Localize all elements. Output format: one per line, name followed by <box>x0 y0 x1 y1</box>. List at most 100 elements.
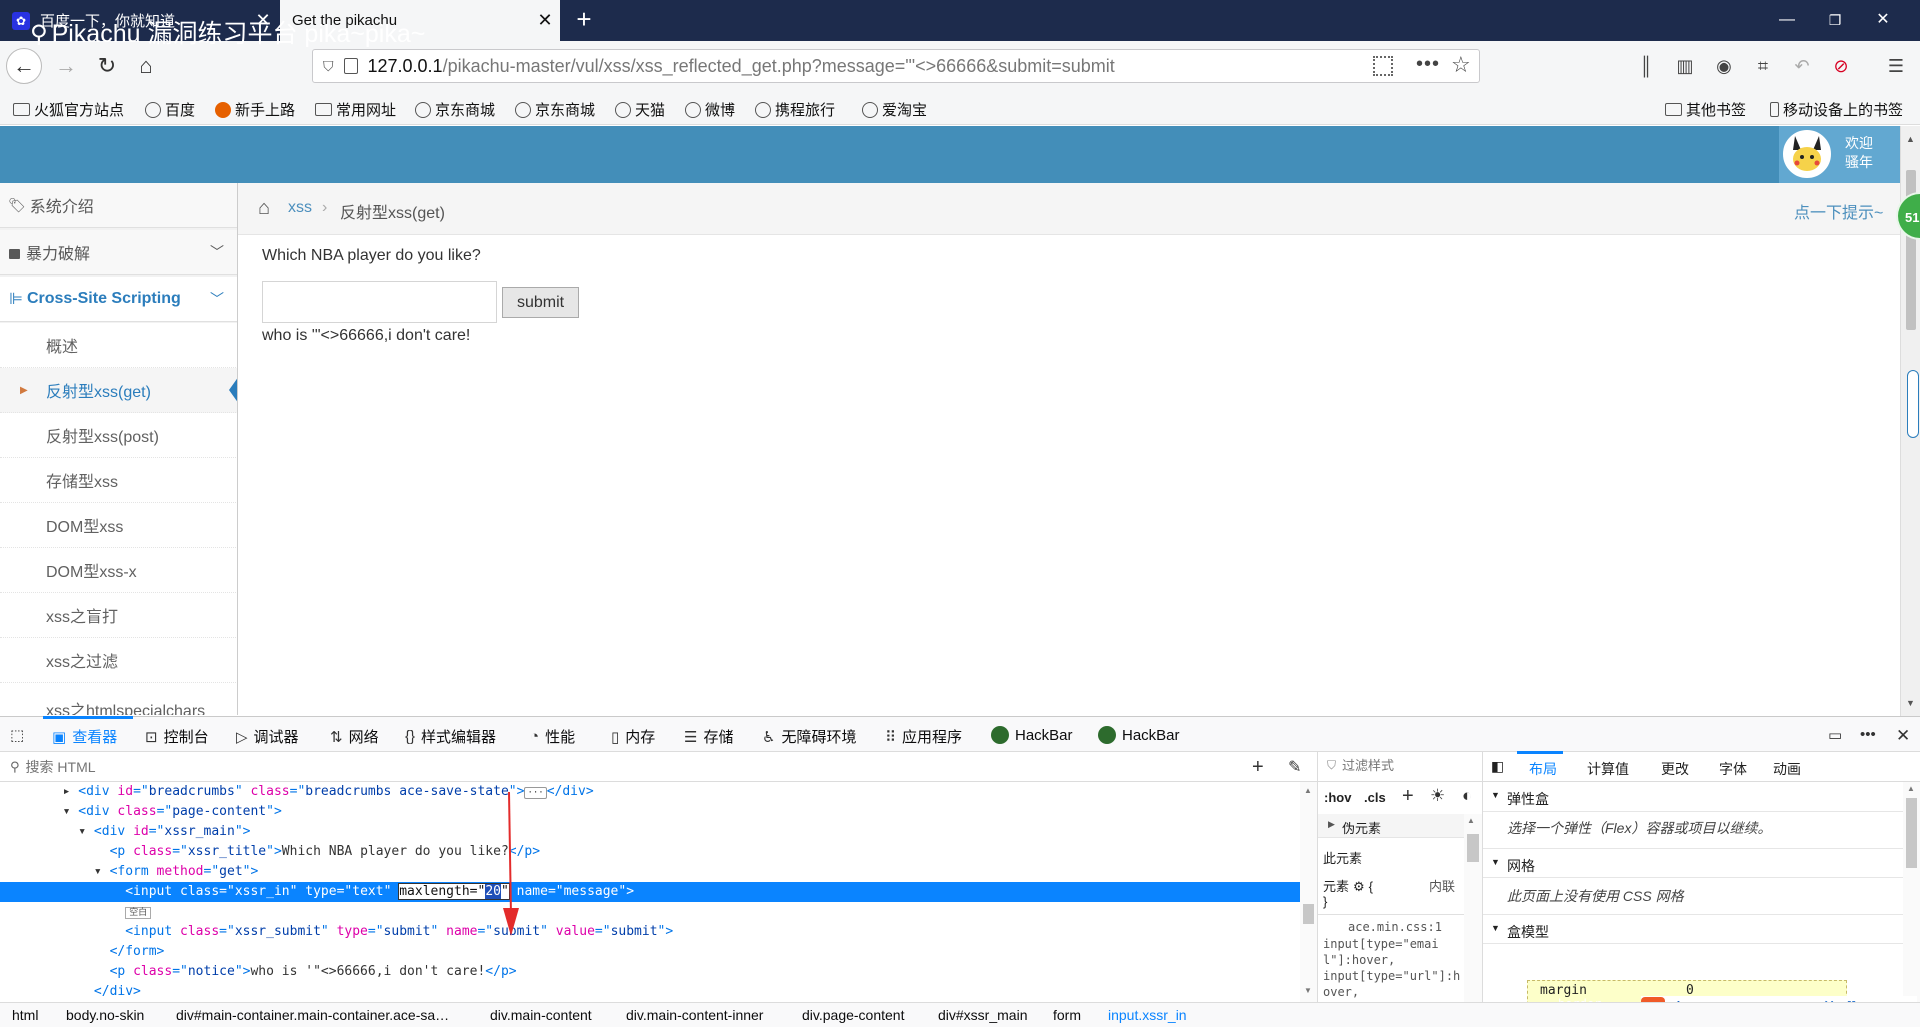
side-scroll-widget[interactable] <box>1907 370 1919 438</box>
tab-performance[interactable]: ◔ 性能 <box>530 726 575 747</box>
tab-hackbar-1[interactable]: HackBar <box>991 726 1073 744</box>
crumb-node[interactable]: div#xssr_main <box>938 1007 1027 1023</box>
undo-icon[interactable]: ↶ <box>1790 54 1814 78</box>
library-icon[interactable]: ║ <box>1634 54 1658 78</box>
eyedropper-icon[interactable]: ✎ <box>1288 757 1301 777</box>
account-icon[interactable]: ◉ <box>1712 54 1736 78</box>
code-line[interactable]: </div> <box>0 982 1300 1002</box>
toggle-pane-icon[interactable]: ◧ <box>1491 758 1504 775</box>
more-actions-icon[interactable]: ••• <box>1416 53 1440 76</box>
screenshot-crop-icon[interactable]: ⌗ <box>1751 54 1775 78</box>
bookmark-item[interactable]: 爱淘宝 <box>862 99 927 120</box>
submit-button[interactable]: submit <box>502 287 579 318</box>
pseudo-elements-section[interactable]: ▶ 伪元素 <box>1318 814 1464 838</box>
filter-styles-input[interactable] <box>1342 758 1472 773</box>
scroll-up-icon[interactable]: ▲ <box>1907 784 1915 793</box>
sidebar-item-xss[interactable]: ⊫ Cross-Site Scripting ﹀ <box>0 277 237 322</box>
box-model-section-header[interactable]: ▼ 盒模型 <box>1483 914 1903 944</box>
tab-memory[interactable]: ▯ 内存 <box>611 726 655 747</box>
home-icon[interactable]: ⌂ <box>258 197 270 220</box>
devtools-menu-icon[interactable]: ••• <box>1860 726 1882 743</box>
reload-icon[interactable]: ↻ <box>89 48 125 84</box>
sidebar-sub-reflected-post[interactable]: 反射型xss(post) <box>0 413 237 458</box>
code-line[interactable]: ▸ <div id="breadcrumbs" class="breadcrum… <box>0 782 1300 802</box>
markup-scrollbar[interactable]: ▲ ▼ <box>1300 782 1317 1002</box>
tab-console[interactable]: ⊡ 控制台 <box>145 726 209 747</box>
crumb-node[interactable]: div.page-content <box>802 1007 904 1023</box>
scroll-up-icon[interactable]: ▲ <box>1467 816 1475 825</box>
tracking-shield-icon[interactable]: ⛉ <box>323 58 334 75</box>
add-rule-icon[interactable]: + <box>1402 785 1414 808</box>
code-line[interactable]: <input class="xssr_submit" type="submit"… <box>0 922 1300 942</box>
bookmark-star-icon[interactable]: ☆ <box>1451 52 1471 78</box>
sidebar-sub-reflected-get[interactable]: ▶ 反射型xss(get) <box>0 368 237 413</box>
tab-hackbar-2[interactable]: HackBar <box>1098 726 1180 744</box>
forward-arrow-icon[interactable]: → <box>48 48 84 84</box>
page-info-icon[interactable] <box>343 58 358 74</box>
bookmark-item[interactable]: 京东商城 <box>415 99 495 120</box>
home-icon[interactable]: ⌂ <box>128 48 164 84</box>
dock-side-icon[interactable]: ▭ <box>1828 726 1848 744</box>
new-tab-plus-icon[interactable]: + <box>570 6 598 34</box>
hint-link[interactable]: 点一下提示~ <box>1794 199 1883 223</box>
element-picker-icon[interactable]: ⬚ <box>10 726 30 744</box>
bookmark-item[interactable]: 百度 <box>145 99 195 120</box>
search-html-input[interactable] <box>25 758 1226 775</box>
sidebar-sub-overview[interactable]: 概述 <box>0 323 237 368</box>
sidebar-item-bruteforce[interactable]: 暴力破解 ﹀ <box>0 230 237 275</box>
rule-source-link[interactable]: ace.min.css:1 <box>1348 920 1442 934</box>
light-mode-sun-icon[interactable]: ☀ <box>1430 786 1445 806</box>
scroll-up-icon[interactable]: ▲ <box>1304 786 1312 795</box>
minimize-icon[interactable]: — <box>1772 8 1802 32</box>
scroll-down-icon[interactable]: ▼ <box>1304 986 1312 995</box>
bookmark-other[interactable]: 其他书签 <box>1665 99 1746 120</box>
window-close-icon[interactable]: ✕ <box>1868 8 1898 32</box>
tab-debugger[interactable]: ▷ 调试器 <box>236 726 299 747</box>
sidebar-sub-dom-x[interactable]: DOM型xss-x <box>0 548 237 593</box>
sidebar-sub-stored[interactable]: 存储型xss <box>0 458 237 503</box>
tab-computed[interactable]: 计算值 <box>1587 759 1629 779</box>
tab-inspector[interactable]: ▣ 查看器 <box>52 726 117 747</box>
code-line[interactable]: <p class="notice">who is '"<>66666,i don… <box>0 962 1300 982</box>
grid-section-header[interactable]: ▼ 网格 <box>1483 848 1903 878</box>
code-line-selected[interactable]: <input class="xssr_in" type="text" maxle… <box>0 882 1300 902</box>
crumb-node[interactable]: div.main-content <box>490 1007 592 1023</box>
code-line[interactable]: <p class="xssr_title">Which NBA player d… <box>0 842 1300 862</box>
scroll-down-icon[interactable]: ▼ <box>1906 698 1915 708</box>
tab-application[interactable]: ⠿ 应用程序 <box>885 726 962 747</box>
restore-icon[interactable]: ❐ <box>1820 8 1850 32</box>
scrollbar-thumb[interactable] <box>1906 798 1917 868</box>
sidebar-toggle-icon[interactable]: ▥ <box>1673 54 1697 78</box>
flexbox-section-header[interactable]: ▼ 弹性盒 <box>1483 782 1903 812</box>
bookmark-item[interactable]: 京东商城 <box>515 99 595 120</box>
crumb-node[interactable]: div#main-container.main-container.ace-sa… <box>176 1007 449 1023</box>
code-line[interactable]: </form> <box>0 942 1300 962</box>
crumb-node[interactable]: html <box>12 1007 38 1023</box>
crumb-node[interactable]: body.no-skin <box>66 1007 144 1023</box>
breadcrumb-link-xss[interactable]: xss <box>288 199 312 217</box>
scrollbar-thumb[interactable] <box>1303 904 1314 924</box>
crumb-node-selected[interactable]: input.xssr_in <box>1108 1007 1187 1023</box>
url-bar[interactable]: ⛉ 127.0.0.1/pikachu-master/vul/xss/xss_r… <box>312 49 1480 83</box>
code-line[interactable]: ▾ <div id="xssr_main"> <box>0 822 1300 842</box>
sidebar-sub-dom[interactable]: DOM型xss <box>0 503 237 548</box>
sidebar-sub-filter[interactable]: xss之过滤 <box>0 638 237 683</box>
hamburger-menu-icon[interactable]: ☰ <box>1884 54 1908 78</box>
layout-scrollbar[interactable]: ▲ <box>1903 782 1920 1002</box>
print-simulation-icon[interactable]: ◐ <box>1462 786 1472 806</box>
bookmark-item[interactable]: 新手上路 <box>215 99 295 120</box>
element-rule[interactable]: 元素 ⚙{内联 <box>1323 876 1463 895</box>
scroll-up-icon[interactable]: ▲ <box>1906 134 1915 144</box>
close-tab-icon[interactable]: ✕ <box>530 10 560 31</box>
tab-fonts[interactable]: 字体 <box>1719 759 1747 779</box>
cls-toggle[interactable]: .cls <box>1364 790 1386 805</box>
bookmark-item[interactable]: 天猫 <box>615 99 665 120</box>
tab-changes[interactable]: 更改 <box>1661 759 1689 779</box>
rules-scrollbar[interactable]: ▲ <box>1464 814 1482 1002</box>
tab-accessibility[interactable]: ♿ 无障碍环境 <box>762 726 856 747</box>
crumb-node[interactable]: div.main-content-inner <box>626 1007 763 1023</box>
site-title[interactable]: ⚲ Pikachu 漏洞练习平台 pika~pika~ <box>30 14 425 50</box>
tab-animations[interactable]: 动画 <box>1773 759 1801 779</box>
tab-layout[interactable]: 布局 <box>1529 759 1557 779</box>
tab-style-editor[interactable]: {} 样式编辑器 <box>405 726 496 747</box>
